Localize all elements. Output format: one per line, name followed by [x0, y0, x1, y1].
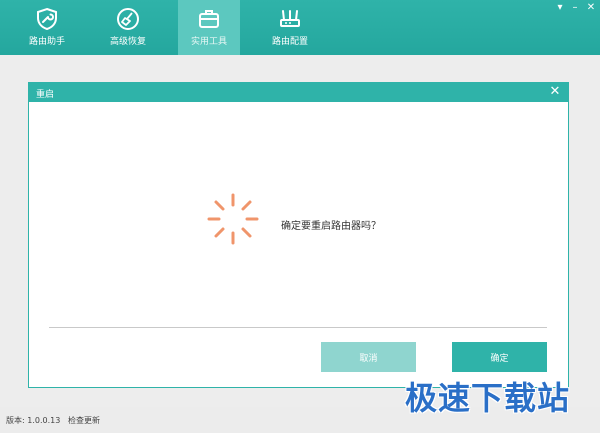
shield-wrench-icon	[37, 7, 57, 31]
tab-label: 实用工具	[190, 37, 227, 47]
cancel-button[interactable]: 取消	[321, 342, 416, 372]
confirm-message: 确定要重启路由器吗？	[281, 221, 381, 232]
tab-utilities[interactable]: 实用工具	[178, 0, 240, 55]
dialog-title: 重启	[36, 90, 55, 100]
tab-label: 路由配置	[271, 37, 308, 47]
check-update-link[interactable]: 检查更新	[68, 415, 100, 426]
tab-router-assistant[interactable]: 路由助手	[16, 0, 78, 55]
dialog-header: 重启 ✕	[29, 83, 568, 102]
toolbox-icon	[199, 10, 219, 28]
tab-router-config[interactable]: 路由配置	[259, 0, 321, 55]
site-watermark: 极速下载站	[405, 379, 571, 417]
confirm-button[interactable]: 确定	[452, 342, 547, 372]
minimize-button[interactable]: –	[568, 2, 582, 14]
top-navigation-bar: 路由助手 高级恢复 实用工具 路由配置 ▾ – ✕	[0, 0, 600, 55]
version-label: 版本: 1.0.0.13	[6, 416, 61, 425]
dialog-divider	[49, 327, 547, 328]
tab-label: 高级恢复	[109, 37, 146, 47]
menu-dropdown-button[interactable]: ▾	[553, 2, 567, 14]
tab-advanced-recovery[interactable]: 高级恢复	[97, 0, 159, 55]
restart-dialog: 重启 ✕ 确定要重启路由器吗？ 取消 确定	[28, 82, 569, 388]
close-window-button[interactable]: ✕	[584, 2, 598, 14]
tab-label: 路由助手	[28, 37, 65, 47]
router-icon	[280, 10, 300, 27]
dialog-close-button[interactable]: ✕	[548, 84, 562, 100]
loading-spinner-icon	[207, 193, 259, 245]
broom-icon	[117, 8, 139, 30]
